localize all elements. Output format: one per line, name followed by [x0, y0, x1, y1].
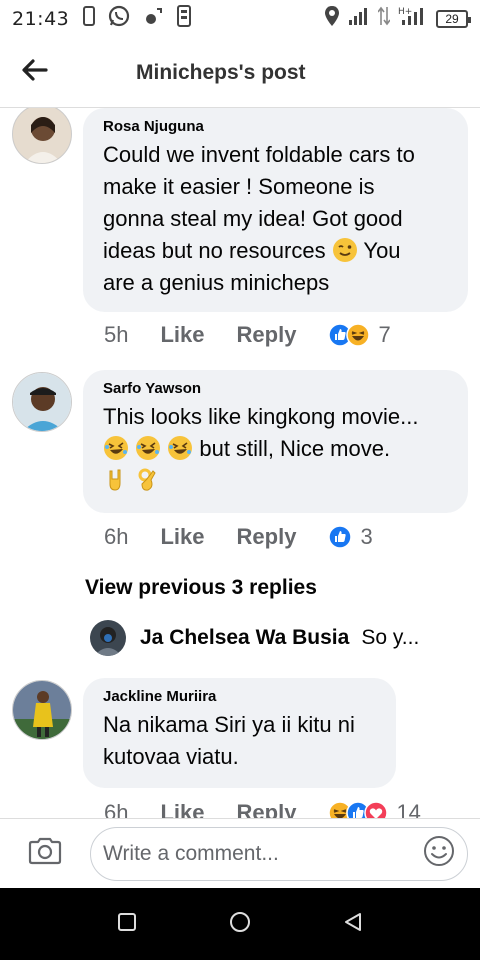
like-button[interactable]: Like: [160, 800, 204, 818]
recents-square-icon: [117, 912, 137, 937]
camera-icon: [28, 837, 62, 870]
reaction-count: 3: [360, 524, 373, 549]
app-header: Minicheps's post: [0, 38, 480, 108]
comment-time: 6h: [104, 524, 129, 549]
reaction-count: 14: [396, 800, 421, 818]
back-triangle-icon: [342, 911, 364, 938]
h-plus-signal-icon: H+: [398, 5, 428, 33]
battery-icon: 29: [436, 10, 471, 28]
reactions-summary[interactable]: [328, 801, 389, 818]
haha-reaction-icon: [346, 323, 371, 347]
signal-settings-icon: [143, 5, 165, 33]
comment-text: Na nikama Siri ya ii kitu ni kutovaa via…: [103, 712, 355, 769]
reactions-summary[interactable]: [328, 525, 353, 549]
comment-author[interactable]: Sarfo Yawson: [103, 380, 448, 397]
like-button[interactable]: Like: [160, 524, 204, 550]
location-icon: [324, 5, 340, 33]
data-arrows-icon: [377, 5, 391, 33]
reactions-summary[interactable]: [328, 323, 371, 347]
status-left-icons: [83, 4, 192, 34]
home-button[interactable]: [220, 904, 260, 944]
recents-button[interactable]: [107, 904, 147, 944]
system-navigation-bar: [0, 888, 480, 960]
comment-actions: 6h Like Reply 3: [104, 524, 373, 550]
reply-author[interactable]: Ja Chelsea Wa Busia: [140, 626, 349, 650]
comment-composer: Write a comment...: [0, 818, 480, 888]
back-button[interactable]: [0, 38, 70, 108]
svg-text:H+: H+: [398, 7, 412, 17]
rofl-emoji-icon: [135, 435, 161, 461]
signal-bars-icon: [348, 6, 370, 32]
love-reaction-icon: [364, 801, 389, 818]
system-back-button[interactable]: [333, 904, 373, 944]
reply-snippet: So y...: [361, 626, 420, 649]
comment-actions: 6h Like Reply 14: [104, 800, 421, 818]
page-title: Minicheps's post: [136, 60, 306, 84]
view-previous-replies-link[interactable]: View previous 3 replies: [85, 576, 317, 600]
comment-bubble[interactable]: Sarfo Yawson This looks like kingkong mo…: [83, 370, 468, 513]
whatsapp-icon: [107, 4, 131, 34]
avatar[interactable]: [90, 620, 126, 656]
rofl-emoji-icon: [167, 435, 193, 461]
comment-input[interactable]: Write a comment...: [90, 826, 468, 881]
storage-icon: [177, 5, 192, 33]
rofl-emoji-icon: [103, 435, 129, 461]
comment-actions: 5h Like Reply 7: [104, 322, 391, 348]
like-button[interactable]: Like: [160, 322, 204, 348]
avatar[interactable]: [12, 108, 72, 164]
comment-author[interactable]: Rosa Njuguna: [103, 118, 448, 135]
comment-time: 6h: [104, 800, 129, 818]
smiley-icon[interactable]: [423, 835, 455, 872]
status-right-icons: H+ 29: [324, 5, 471, 33]
reply-button[interactable]: Reply: [237, 800, 297, 818]
wink-emoji-icon: [332, 237, 358, 263]
comment-time: 5h: [104, 322, 129, 347]
battery-level: 29: [445, 12, 459, 26]
avatar[interactable]: [12, 680, 72, 740]
like-reaction-icon: [328, 525, 353, 549]
reply-button[interactable]: Reply: [237, 524, 297, 550]
comment-input-placeholder[interactable]: Write a comment...: [103, 842, 423, 866]
camera-button[interactable]: [0, 819, 90, 889]
reply-button[interactable]: Reply: [237, 322, 297, 348]
comment-text: This looks like kingkong movie... but st…: [103, 401, 448, 497]
avatar[interactable]: [12, 372, 72, 432]
reaction-count: 7: [378, 322, 391, 347]
comments-feed[interactable]: Rosa Njuguna Could we invent foldable ca…: [0, 108, 480, 818]
home-circle-icon: [228, 910, 252, 939]
back-arrow-icon: [22, 59, 48, 86]
status-time: 21:43: [12, 8, 70, 30]
comment-bubble[interactable]: Jackline Muriira Na nikama Siri ya ii ki…: [83, 678, 396, 788]
comment-bubble[interactable]: Rosa Njuguna Could we invent foldable ca…: [83, 108, 468, 312]
status-bar: 21:43 H+ 29: [0, 0, 480, 38]
comment-author[interactable]: Jackline Muriira: [103, 688, 376, 705]
ok-hand-emoji-icon: [135, 467, 161, 493]
sim-icon: [83, 6, 96, 32]
rock-on-hand-emoji-icon: [103, 467, 129, 493]
reply-preview[interactable]: Ja Chelsea Wa Busia So y...: [90, 620, 419, 656]
comment-text: Could we invent foldable cars to make it…: [103, 142, 415, 295]
